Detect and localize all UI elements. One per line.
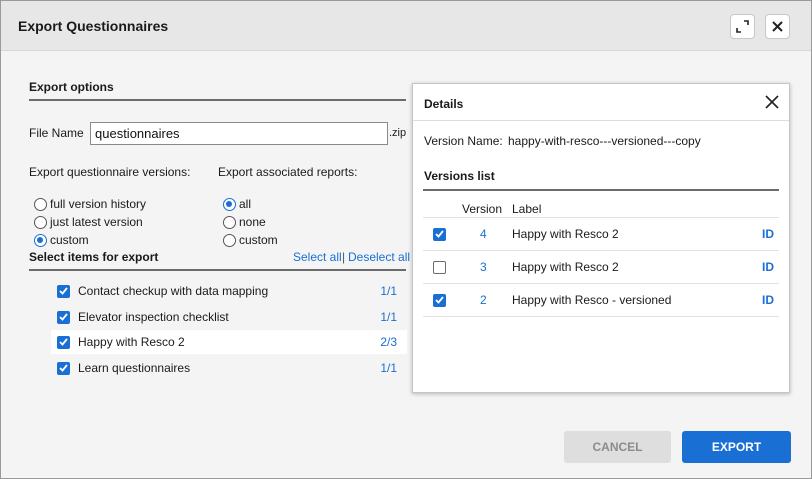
- item-checkbox[interactable]: [57, 284, 70, 298]
- export-item-row-selected[interactable]: Happy with Resco 2 2/3: [51, 330, 407, 354]
- radio-label: full version history: [50, 197, 147, 211]
- select-items-divider: [29, 269, 406, 271]
- version-checkbox[interactable]: [433, 260, 446, 274]
- radio-just-latest-version[interactable]: just latest version: [34, 215, 143, 229]
- version-name-value: happy-with-resco---versioned---copy: [508, 134, 701, 148]
- item-version-count[interactable]: 2/3: [380, 335, 397, 349]
- radio-button[interactable]: [223, 197, 236, 211]
- link-separator: |: [342, 250, 346, 264]
- reports-label: Export associated reports:: [218, 165, 358, 179]
- radio-full-version-history[interactable]: full version history: [34, 197, 146, 211]
- version-number: 3: [480, 260, 487, 274]
- expand-button[interactable]: [730, 14, 755, 39]
- radio-button[interactable]: [34, 197, 47, 211]
- version-label: Happy with Resco 2: [512, 227, 619, 241]
- checkmark-icon: [59, 364, 68, 372]
- radio-button[interactable]: [34, 215, 47, 229]
- version-row[interactable]: 3 Happy with Resco 2 ID: [423, 251, 779, 284]
- export-item-row[interactable]: Contact checkup with data mapping 1/1: [51, 279, 407, 303]
- checkmark-icon: [59, 313, 68, 321]
- radio-reports-none[interactable]: none: [223, 215, 266, 229]
- checkmark-icon: [435, 296, 444, 304]
- details-close-button[interactable]: [763, 93, 781, 111]
- checkmark-icon: [59, 287, 68, 295]
- file-name-label: File Name: [29, 126, 84, 140]
- radio-reports-custom[interactable]: custom: [223, 233, 278, 247]
- item-label: Contact checkup with data mapping: [78, 284, 269, 298]
- close-icon: [772, 21, 783, 32]
- col-header-version: Version: [462, 202, 503, 216]
- export-options-title: Export options: [29, 80, 114, 94]
- export-button[interactable]: EXPORT: [682, 431, 791, 463]
- item-version-count[interactable]: 1/1: [380, 361, 397, 375]
- version-number: 4: [480, 227, 487, 241]
- details-panel: Details Version Name: happy-with-resco--…: [412, 83, 790, 393]
- radio-label: just latest version: [50, 215, 143, 229]
- deselect-all-link[interactable]: Deselect all: [348, 250, 410, 264]
- version-label: Happy with Resco 2: [512, 260, 619, 274]
- item-checkbox[interactable]: [57, 335, 70, 349]
- details-title: Details: [424, 97, 464, 111]
- radio-button[interactable]: [223, 233, 236, 247]
- versions-list-divider: [423, 189, 779, 191]
- checkmark-icon: [59, 338, 68, 346]
- radio-button[interactable]: [34, 233, 47, 247]
- versions-label: Export questionnaire versions:: [29, 165, 191, 179]
- expand-icon: [736, 20, 749, 33]
- export-item-row[interactable]: Elevator inspection checklist 1/1: [51, 305, 407, 329]
- file-ext-label: .zip: [389, 127, 407, 139]
- version-row[interactable]: 4 Happy with Resco 2 ID: [423, 218, 779, 251]
- item-label: Elevator inspection checklist: [78, 310, 229, 324]
- version-id-link[interactable]: ID: [762, 227, 774, 241]
- select-all-link[interactable]: Select all: [293, 250, 342, 264]
- version-row[interactable]: 2 Happy with Resco - versioned ID: [423, 284, 779, 317]
- dialog-title: Export Questionnaires: [18, 18, 169, 34]
- version-label: Happy with Resco - versioned: [512, 293, 672, 307]
- export-dialog: Export Questionnaires Export options Fil…: [0, 0, 812, 479]
- item-checkbox[interactable]: [57, 361, 70, 375]
- item-version-count[interactable]: 1/1: [380, 310, 397, 324]
- version-checkbox[interactable]: [433, 227, 446, 241]
- radio-reports-all[interactable]: all: [223, 197, 251, 211]
- version-id-link[interactable]: ID: [762, 260, 774, 274]
- item-label: Learn questionnaires: [78, 361, 191, 375]
- checkmark-icon: [435, 230, 444, 238]
- version-name-label: Version Name:: [424, 134, 503, 148]
- radio-label: custom: [50, 233, 89, 247]
- item-label: Happy with Resco 2: [78, 335, 185, 349]
- export-item-row[interactable]: Learn questionnaires 1/1: [51, 356, 407, 380]
- item-checkbox[interactable]: [57, 310, 70, 324]
- col-header-label: Label: [512, 202, 542, 216]
- export-options-divider: [29, 99, 406, 101]
- item-version-count[interactable]: 1/1: [380, 284, 397, 298]
- select-items-title: Select items for export: [29, 250, 159, 264]
- close-icon: [763, 95, 781, 114]
- version-number: 2: [480, 293, 487, 307]
- details-header: Details: [413, 84, 789, 121]
- radio-button[interactable]: [223, 215, 236, 229]
- radio-label: custom: [239, 233, 278, 247]
- dialog-header: Export Questionnaires: [1, 1, 811, 51]
- version-checkbox[interactable]: [433, 293, 446, 307]
- versions-list-title: Versions list: [424, 169, 495, 183]
- version-id-link[interactable]: ID: [762, 293, 774, 307]
- cancel-button[interactable]: CANCEL: [564, 431, 671, 463]
- radio-label: all: [239, 197, 252, 211]
- file-name-input[interactable]: [90, 122, 388, 145]
- radio-label: none: [239, 215, 266, 229]
- close-button[interactable]: [765, 14, 790, 39]
- radio-versions-custom[interactable]: custom: [34, 233, 89, 247]
